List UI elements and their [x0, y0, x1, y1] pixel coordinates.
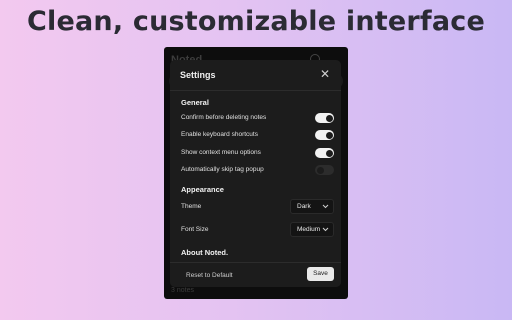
settings-header: Settings ✕	[170, 60, 341, 91]
option-label-skip-tag-popup: Automatically skip tag popup	[181, 166, 264, 173]
save-button[interactable]: Save	[307, 267, 334, 281]
section-general: General	[181, 98, 209, 107]
toggle-skip-tag-popup[interactable]	[315, 165, 334, 175]
close-icon[interactable]: ✕	[319, 68, 331, 80]
theme-value: Dark	[297, 203, 311, 210]
settings-footer: Reset to Default Save	[170, 262, 341, 287]
option-label-confirm-delete: Confirm before deleting notes	[181, 114, 267, 121]
toggle-knob	[325, 131, 333, 139]
toggle-confirm-delete[interactable]	[315, 113, 334, 123]
toggle-knob	[325, 149, 333, 157]
font-size-value: Medium	[297, 226, 321, 233]
toggle-context-menu[interactable]	[315, 148, 334, 158]
reset-to-default-button[interactable]: Reset to Default	[186, 272, 233, 279]
toggle-keyboard-shortcuts[interactable]	[315, 130, 334, 140]
section-appearance: Appearance	[181, 185, 224, 194]
settings-title: Settings	[180, 70, 216, 80]
option-label-keyboard-shortcuts: Enable keyboard shortcuts	[181, 131, 258, 138]
theme-select[interactable]: Dark	[290, 199, 334, 214]
chevron-down-icon	[322, 227, 329, 232]
chevron-down-icon	[322, 204, 329, 209]
note-count: 3 notes	[171, 287, 194, 294]
toggle-knob	[325, 114, 333, 122]
settings-modal: Settings ✕ General Confirm before deleti…	[170, 60, 341, 287]
font-size-select[interactable]: Medium	[290, 222, 334, 237]
option-label-context-menu: Show context menu options	[181, 149, 261, 156]
toggle-knob	[316, 166, 324, 174]
theme-label: Theme	[181, 203, 202, 210]
section-about[interactable]: About Noted.	[181, 248, 228, 257]
headline: Clean, customizable interface	[27, 6, 485, 37]
font-size-label: Font Size	[181, 226, 209, 233]
